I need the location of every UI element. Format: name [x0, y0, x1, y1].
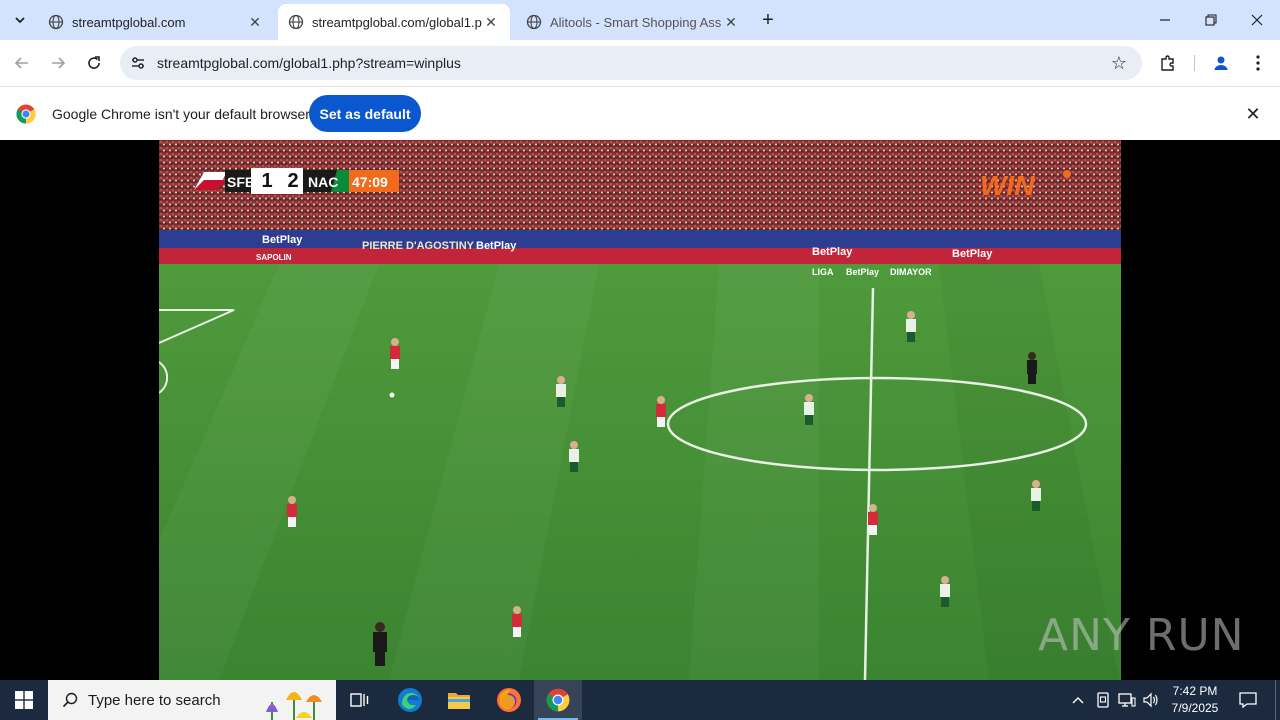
- address-bar[interactable]: streamtpglobal.com/global1.php?stream=wi…: [120, 46, 1142, 80]
- video-frame: [159, 140, 1121, 680]
- network-icon: [1118, 693, 1136, 707]
- sponsor-board-8: BetPlay: [846, 267, 880, 277]
- tab-close-icon[interactable]: ✕: [722, 13, 740, 31]
- scoreboard-home: SFE: [227, 174, 255, 190]
- tab-alitools[interactable]: Alitools - Smart Shopping Assis ✕: [516, 4, 750, 40]
- notifications-button[interactable]: [1234, 680, 1262, 720]
- reload-icon: [88, 56, 100, 69]
- menu-button[interactable]: [1244, 49, 1272, 77]
- sponsor-board-1: BetPlay: [262, 234, 303, 246]
- video-player[interactable]: [159, 140, 1121, 680]
- minimize-button[interactable]: [1142, 0, 1188, 40]
- clock-time: 7:42 PM: [1172, 684, 1218, 698]
- extensions-button[interactable]: [1154, 49, 1182, 77]
- infobar-close-icon[interactable]: ✕: [1243, 104, 1263, 124]
- restore-button[interactable]: [1188, 0, 1234, 40]
- broadcast-logo-text: WIN: [980, 170, 1035, 201]
- browser-toolbar: streamtpglobal.com/global1.php?stream=wi…: [0, 40, 1280, 86]
- globe-icon: [48, 14, 64, 30]
- folder-icon: [448, 693, 470, 709]
- speaker-icon: [1143, 692, 1158, 708]
- url-text[interactable]: streamtpglobal.com/global1.php?stream=wi…: [157, 55, 461, 71]
- edge-icon: [398, 688, 422, 712]
- arrow-right-icon: [52, 57, 66, 69]
- scoreboard-clock: 47:09: [352, 174, 388, 190]
- win-broadcast-logo: [1063, 170, 1071, 178]
- clock-date: 7/9/2025: [1171, 701, 1219, 715]
- tab-search-button[interactable]: [6, 6, 34, 34]
- notification-icon: [1239, 692, 1257, 708]
- default-browser-infobar: Google Chrome isn't your default browser…: [0, 86, 1280, 140]
- show-desktop-button[interactable]: [1275, 680, 1276, 720]
- arrow-left-icon: [14, 57, 28, 69]
- sponsor-board-4: BetPlay: [812, 246, 853, 258]
- task-view-button[interactable]: [336, 680, 384, 720]
- watermark-text: ANY RUN: [1038, 610, 1245, 661]
- chevron-down-icon: [15, 17, 25, 24]
- chrome-icon: [546, 688, 570, 712]
- tab-global1[interactable]: streamtpglobal.com/global1.ph ✕: [278, 4, 510, 40]
- site-settings-icon[interactable]: [128, 53, 148, 73]
- network-button[interactable]: [1116, 680, 1138, 720]
- forward-button[interactable]: [44, 49, 72, 77]
- sponsor-board-6: SAPOLIN: [256, 253, 292, 262]
- scoreboard-away-score: 2: [287, 170, 299, 192]
- edge-taskbar-button[interactable]: [386, 680, 434, 720]
- sponsor-board-9: DIMAYOR: [890, 267, 932, 277]
- close-window-button[interactable]: [1234, 0, 1280, 40]
- firefox-icon: [497, 688, 521, 712]
- chrome-logo-icon: [16, 104, 36, 124]
- chrome-taskbar-button[interactable]: [534, 680, 582, 720]
- windows-logo-icon: [15, 691, 33, 709]
- tab-streamtpglobal[interactable]: streamtpglobal.com ✕: [38, 4, 274, 40]
- close-icon: [1251, 14, 1263, 26]
- minimize-icon: [1160, 19, 1170, 21]
- reload-button[interactable]: [80, 49, 108, 77]
- taskbar-search[interactable]: Type here to search: [48, 680, 336, 720]
- globe-icon: [526, 14, 542, 30]
- page-content: SFE 1 2 NAC 47:09 WIN BetPlay PIERRE D'A…: [0, 140, 1280, 680]
- profile-button[interactable]: [1207, 49, 1235, 77]
- set-as-default-button[interactable]: Set as default: [309, 95, 421, 132]
- taskbar-clock[interactable]: 7:42 PM 7/9/2025: [1164, 683, 1226, 717]
- bookmark-star-icon[interactable]: ☆: [1108, 52, 1130, 74]
- kebab-menu-icon: [1256, 55, 1260, 71]
- ball: [389, 392, 395, 398]
- search-placeholder: Type here to search: [88, 692, 221, 709]
- chevron-up-icon: [1072, 697, 1084, 704]
- tab-title: Alitools - Smart Shopping Assis: [550, 14, 722, 30]
- tab-title: streamtpglobal.com: [72, 14, 186, 30]
- task-view-icon: [350, 693, 369, 707]
- scoreboard-home-score: 1: [261, 170, 273, 192]
- puzzle-icon: [1161, 55, 1174, 71]
- tulip-decoration-icon: [266, 692, 322, 720]
- show-hidden-icons-button[interactable]: [1068, 680, 1088, 720]
- scoreboard-away: NAC: [308, 174, 339, 190]
- firefox-taskbar-button[interactable]: [485, 680, 533, 720]
- file-explorer-taskbar-button[interactable]: [435, 680, 483, 720]
- new-tab-button[interactable]: +: [756, 8, 780, 32]
- sponsor-board-3: BetPlay: [476, 240, 517, 252]
- volume-button[interactable]: [1140, 680, 1162, 720]
- sponsor-board-7: LIGA: [812, 267, 834, 277]
- sponsor-board-5: BetPlay: [952, 248, 993, 260]
- back-button[interactable]: [8, 49, 36, 77]
- tab-title: streamtpglobal.com/global1.ph: [312, 14, 482, 30]
- tray-device-button[interactable]: [1092, 680, 1114, 720]
- device-icon: [1097, 692, 1109, 708]
- avatar-icon: [1214, 56, 1228, 70]
- tab-close-icon[interactable]: ✕: [246, 13, 264, 31]
- search-icon: [60, 690, 80, 710]
- anyrun-watermark: ANY RUN: [1038, 610, 1245, 661]
- infobar-message: Google Chrome isn't your default browser: [52, 106, 310, 122]
- tab-close-icon[interactable]: ✕: [482, 13, 500, 31]
- start-button[interactable]: [0, 680, 48, 720]
- toolbar-divider: [1194, 55, 1195, 71]
- tab-strip: streamtpglobal.com ✕ streamtpglobal.com/…: [0, 0, 1280, 40]
- sponsor-board-2: PIERRE D'AGOSTINY: [362, 240, 475, 252]
- restore-icon: [1205, 14, 1217, 26]
- windows-taskbar: Type here to search 7:42 PM 7/9/2025: [0, 680, 1280, 720]
- globe-icon: [288, 14, 304, 30]
